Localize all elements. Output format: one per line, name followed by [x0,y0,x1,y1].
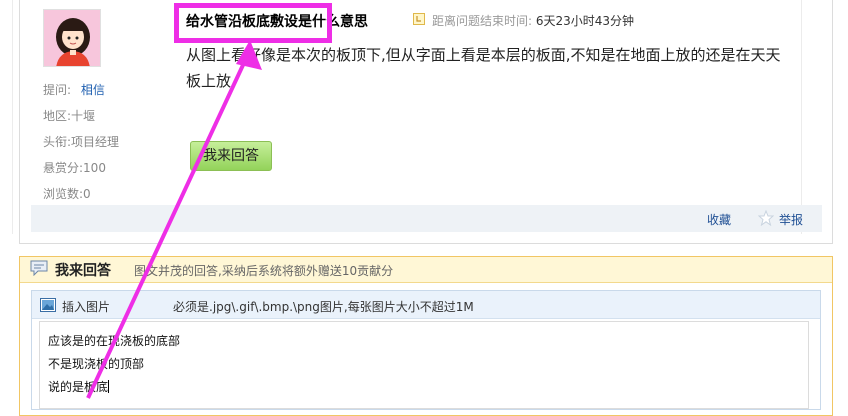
region-label: 地区: [43,109,72,123]
meta-asker: 提问: 相信 [43,81,105,98]
meta-title: 头衔:项目经理 [43,133,119,150]
asker-label: 提问: [43,83,72,97]
insert-image-button[interactable]: 插入图片 [62,298,110,315]
meta-views: 浏览数:0 [43,185,91,202]
answer-panel-tip: 图文并茂的回答,采纳后系统将额外赠送10贡献分 [134,264,394,278]
answer-line: 不是现浇板的顶部 [48,357,145,371]
title-label: 头衔: [43,135,72,149]
report-link[interactable]: 举报 [779,211,803,228]
answer-textarea[interactable]: 应该是的在现浇板的底部 不是现浇板的顶部 说的是板底 [39,321,809,409]
answer-line: 应该是的在现浇板的底部 [48,334,181,348]
speech-bubble-icon [30,260,48,276]
question-action-bar [31,205,822,232]
question-title: 给水管沿板底敷设是什么意思 [186,14,368,30]
meta-bounty: 悬赏分:100 [43,159,106,176]
avatar[interactable] [43,9,101,67]
deadline-value: 6天23小时43分钟 [535,14,635,28]
question-inner [12,0,802,234]
answer-button[interactable]: 我来回答 [190,141,272,171]
clock-icon [413,13,425,25]
answer-line-text: 说的是板底 [48,380,109,394]
avatar-girl-image [44,10,100,66]
title-value: 项目经理 [71,135,120,149]
answer-line-last: 说的是板底 [48,376,808,399]
question-deadline: 距离问题结束时间: 6天23小时43分钟 [432,12,634,29]
answer-panel-title: 我来回答 [55,263,111,279]
views-label: 浏览数: [43,187,84,201]
star-icon [758,210,774,226]
image-icon[interactable] [40,298,56,312]
bounty-value: 100 [83,161,106,175]
meta-region: 地区:十堰 [43,107,95,124]
region-value: 十堰 [71,109,96,123]
views-value: 0 [83,187,91,201]
bounty-label: 悬赏分: [43,161,84,175]
image-hint: 必须是.jpg\.gif\.bmp.\png图片,每张图片大小不超过1M [173,300,474,314]
question-body: 从图上看好像是本次的板顶下,但从字面上看是本层的板面,不知是在地面上放的还是在天… [186,46,781,90]
deadline-label: 距离问题结束时间: [432,14,533,28]
asker-link[interactable]: 相信 [81,83,105,97]
text-caret [108,380,110,393]
collect-link[interactable]: 收藏 [707,211,731,228]
